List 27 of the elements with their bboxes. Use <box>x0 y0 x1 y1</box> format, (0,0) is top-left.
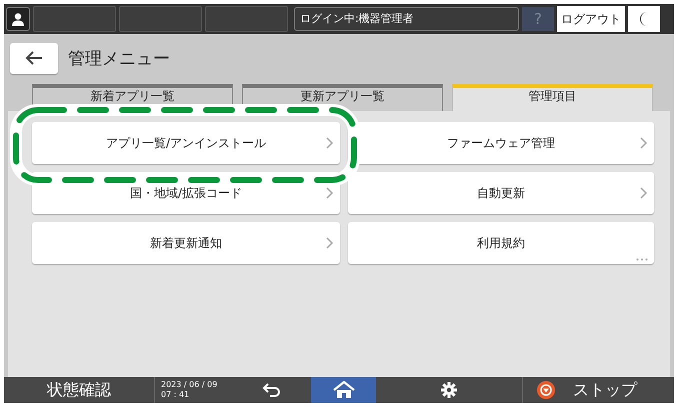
date-text: 2023 / 06 / 09 <box>161 380 218 390</box>
user-button[interactable] <box>6 7 30 31</box>
tab[interactable]: 管理項目 <box>452 84 653 111</box>
return-arrow-icon <box>262 383 282 397</box>
menu-item[interactable]: 自動更新 <box>348 172 654 214</box>
stop-button[interactable]: ストップ <box>523 377 674 403</box>
chevron-icon <box>326 237 334 249</box>
user-icon <box>11 12 25 26</box>
login-status[interactable]: ログイン中:機器管理者 <box>294 7 519 31</box>
time-text: 07 : 41 <box>161 390 190 400</box>
home-button[interactable] <box>311 377 376 403</box>
page-title: 管理メニュー <box>68 48 170 70</box>
logout-button[interactable]: ログアウト <box>557 6 625 32</box>
status-button[interactable]: 状態確認 <box>4 377 155 403</box>
chevron-icon <box>326 137 334 149</box>
back-button[interactable] <box>10 42 58 74</box>
menu-item[interactable]: 利用規約 <box>348 222 654 264</box>
chevron-icon <box>326 187 334 199</box>
chevron-icon <box>640 187 648 199</box>
settings-icon <box>441 382 457 398</box>
ellipsis-icon <box>636 258 648 261</box>
left-arrow-icon <box>25 51 43 65</box>
chevron-icon <box>640 137 648 149</box>
menu-item[interactable]: 新着更新通知 <box>32 222 340 264</box>
stop-icon <box>537 381 555 399</box>
menu-item[interactable]: アプリ一覧/アンインストール <box>32 122 340 164</box>
home-icon <box>332 381 354 399</box>
